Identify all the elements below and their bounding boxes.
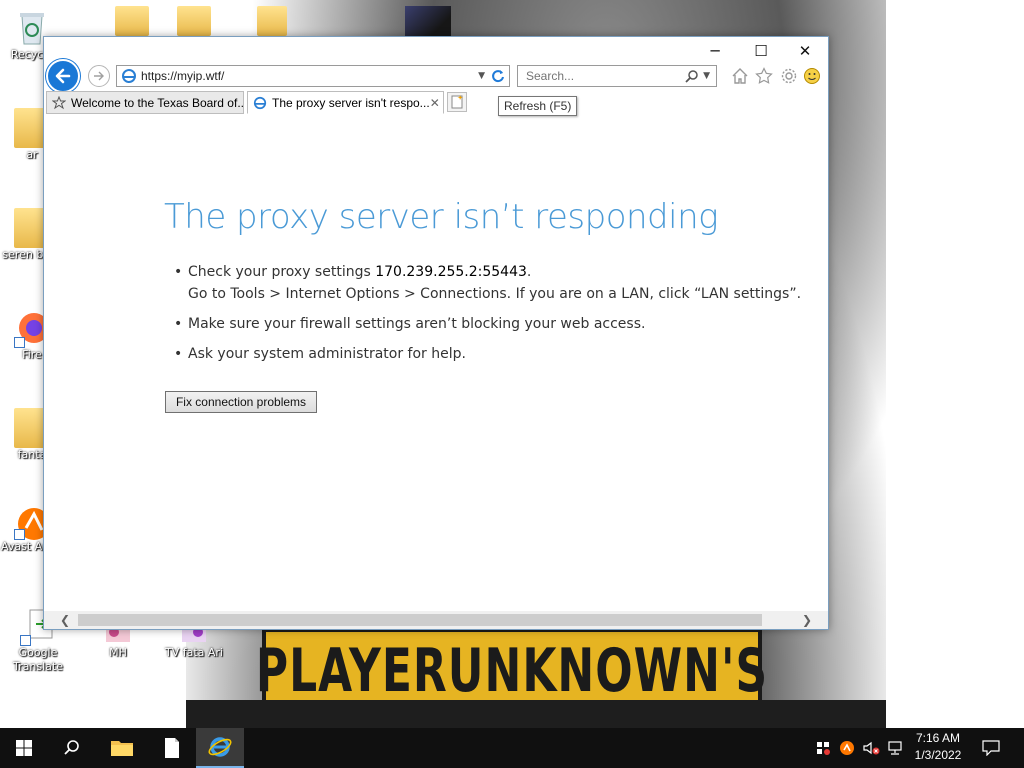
list-item: Check your proxy settings 170.239.255.2:… [174, 261, 808, 305]
browser-window: ─ ☐ ✕ https://myip.wtf/ ▼ ▼ [43, 36, 829, 630]
back-button[interactable] [46, 59, 80, 93]
address-url[interactable]: https://myip.wtf/ [141, 69, 478, 83]
tab-title: The proxy server isn't respo... [272, 95, 430, 110]
tab-proxy-error[interactable]: The proxy server isn't respo... ✕ [247, 91, 444, 114]
home-icon[interactable] [730, 66, 750, 86]
list-item: Ask your system administrator for help. [174, 343, 808, 365]
internet-explorer-icon [208, 737, 232, 757]
feedback-smiley-icon[interactable] [802, 66, 822, 86]
folder-icon [111, 741, 133, 756]
taskbar-clock[interactable]: 7:16 AM 1/3/2022 [902, 730, 974, 764]
clock-date: 1/3/2022 [914, 748, 962, 762]
favorites-star-icon[interactable] [754, 66, 774, 86]
desktop-icon-label: MH [109, 646, 127, 659]
ie-page-icon [252, 95, 268, 111]
clock-time: 7:16 AM [915, 731, 961, 745]
tab-close-icon[interactable]: ✕ [430, 96, 440, 110]
error-title: The proxy server isn’t responding [164, 197, 719, 237]
desktop-icon-label: Google Translate [13, 646, 63, 673]
forward-button[interactable] [88, 65, 110, 87]
notifications-icon[interactable] [982, 738, 1000, 758]
site-favicon-icon [51, 95, 67, 111]
arrow-right-icon [94, 71, 104, 81]
proxy-settings-text: Check your proxy settings [188, 264, 376, 280]
search-icon [64, 740, 79, 755]
proxy-address: 170.239.255.2:55443 [375, 264, 527, 280]
new-tab-button[interactable] [447, 92, 467, 112]
scroll-right-arrow-icon[interactable]: ❯ [798, 611, 816, 629]
navigation-bar: https://myip.wtf/ ▼ ▼ [44, 59, 828, 93]
windows-logo-icon [16, 740, 32, 756]
notepad-taskbar-button[interactable] [148, 728, 196, 768]
wallpaper-title: PLAYERUNKNOWN'S [255, 636, 769, 706]
search-taskbar-button[interactable] [48, 728, 96, 768]
wallpaper-avatar-image [405, 6, 451, 40]
address-dropdown-icon[interactable]: ▼ [478, 71, 485, 81]
refresh-icon[interactable] [491, 69, 505, 83]
scrollbar-thumb[interactable] [78, 614, 762, 626]
desktop-icon-label: TV fata Ari [164, 646, 223, 659]
desktop-icon-folder-2[interactable] [162, 6, 226, 36]
internet-options-instructions: Go to Tools > Internet Options > Connect… [188, 286, 802, 302]
settings-gear-icon[interactable] [779, 66, 799, 86]
firewall-suggestion: Make sure your firewall settings aren’t … [188, 316, 646, 332]
internet-explorer-taskbar-button[interactable] [196, 728, 244, 768]
search-box[interactable]: ▼ [517, 65, 717, 87]
error-suggestions-list: Check your proxy settings 170.239.255.2:… [174, 261, 808, 373]
proxy-settings-period: . [526, 264, 532, 280]
wallpaper-strip [186, 700, 886, 728]
refresh-tooltip: Refresh (F5) [498, 96, 578, 116]
arrow-left-icon [55, 68, 71, 84]
document-icon [165, 738, 179, 758]
taskbar: 7:16 AM 1/3/2022 [0, 728, 1024, 768]
tab-title: Welcome to the Texas Board of... [71, 95, 244, 110]
list-item: Make sure your firewall settings aren’t … [174, 313, 808, 335]
avast-tray-icon[interactable] [838, 738, 856, 758]
desktop-icon-folder-1[interactable] [100, 6, 164, 36]
new-tab-icon [451, 95, 463, 109]
start-button[interactable] [0, 728, 48, 768]
file-explorer-taskbar-button[interactable] [98, 728, 146, 768]
network-shield-icon[interactable] [814, 738, 832, 758]
ie-page-icon [121, 68, 137, 84]
address-bar[interactable]: https://myip.wtf/ ▼ [116, 65, 510, 87]
desktop-icon-folder-3[interactable] [240, 6, 304, 36]
fix-connection-problems-button[interactable]: Fix connection problems [165, 391, 317, 413]
admin-suggestion: Ask your system administrator for help. [188, 346, 466, 362]
tab-bar: Welcome to the Texas Board of... The pro… [44, 91, 828, 115]
horizontal-scrollbar[interactable]: ❮ ❯ [44, 611, 828, 629]
search-dropdown-icon[interactable]: ▼ [703, 71, 710, 81]
page-content: The proxy server isn’t responding Check … [44, 115, 828, 611]
tab-texas-board[interactable]: Welcome to the Texas Board of... [46, 91, 244, 114]
scroll-left-arrow-icon[interactable]: ❮ [56, 611, 74, 629]
volume-muted-icon[interactable] [862, 738, 880, 758]
search-input[interactable] [524, 68, 678, 84]
search-icon[interactable] [685, 69, 699, 83]
